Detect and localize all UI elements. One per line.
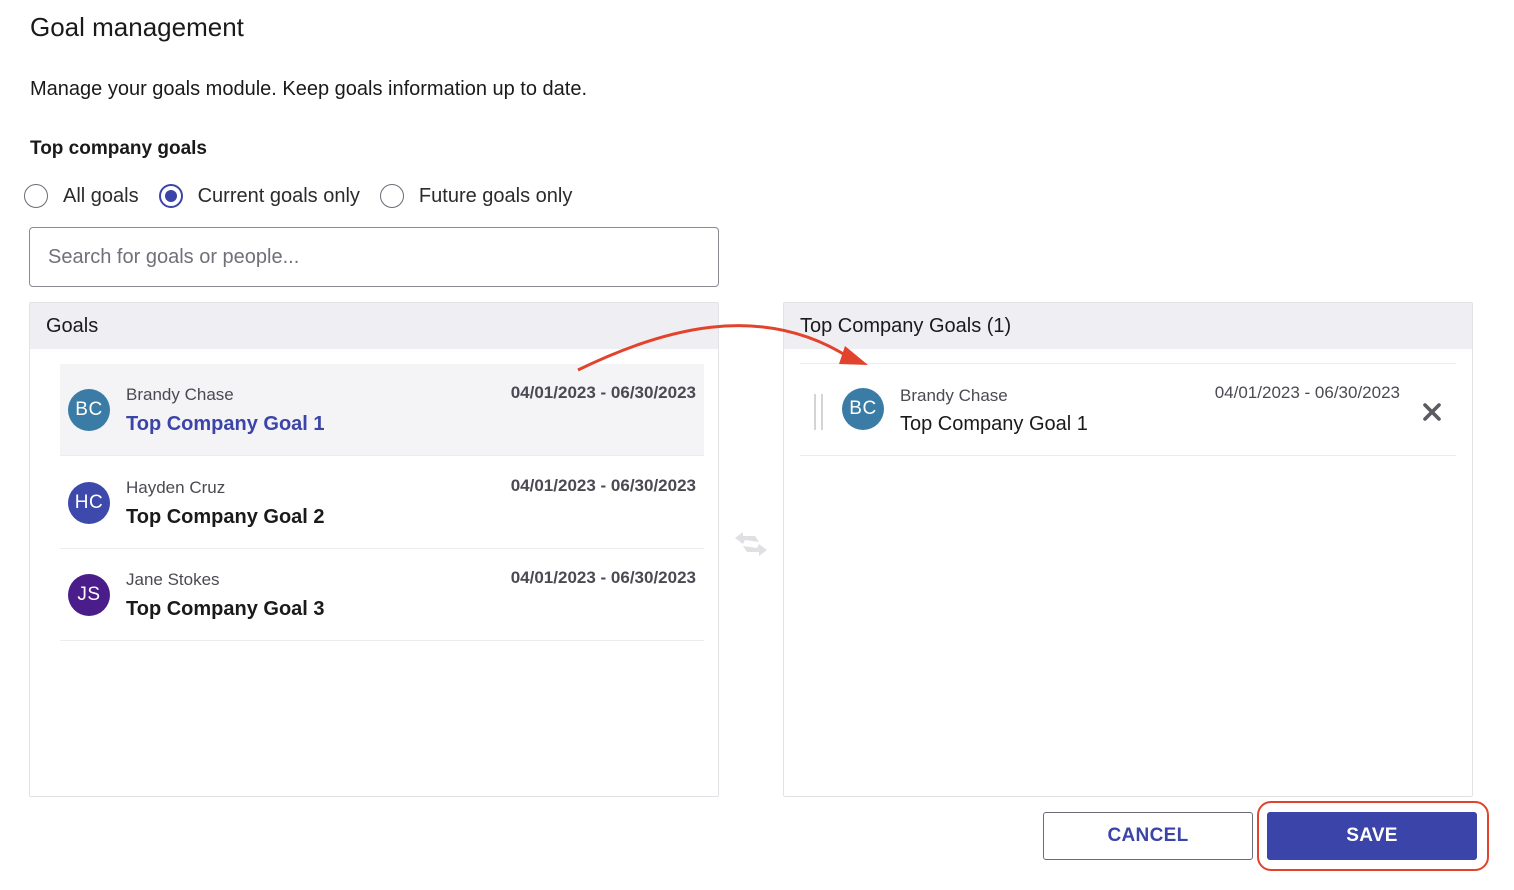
goal-title-link[interactable]: Top Company Goal 1 bbox=[126, 413, 325, 436]
radio-button-checked[interactable] bbox=[158, 184, 183, 208]
goal-title: Top Company Goal 2 bbox=[126, 506, 325, 528]
section-title: Top company goals bbox=[30, 138, 208, 159]
goal-date-range: 04/01/2023 - 06/30/2023 bbox=[1214, 383, 1400, 402]
goal-title: Top Company Goal 3 bbox=[126, 598, 325, 620]
goal-date-range: 04/01/2023 - 06/30/2023 bbox=[510, 476, 696, 495]
goal-date-range: 04/01/2023 - 06/30/2023 bbox=[510, 383, 696, 402]
drag-handle-icon[interactable] bbox=[814, 394, 823, 430]
search-input[interactable] bbox=[29, 227, 719, 287]
radio-current-goals-only[interactable]: Current goals only bbox=[158, 184, 360, 208]
close-icon[interactable] bbox=[1422, 402, 1442, 422]
radio-button[interactable] bbox=[379, 184, 404, 208]
top-goal-item-1[interactable]: BC Brandy Chase Top Company Goal 1 04/01… bbox=[800, 363, 1456, 456]
goal-filter-radio-group: All goals Current goals only Future goal… bbox=[24, 180, 592, 212]
radio-label: Future goals only bbox=[418, 184, 573, 207]
radio-future-goals-only[interactable]: Future goals only bbox=[379, 184, 573, 208]
radio-label: All goals bbox=[63, 184, 139, 207]
top-goals-panel-header: Top Company Goals (1) bbox=[784, 303, 1472, 349]
radio-label: Current goals only bbox=[197, 184, 360, 207]
goals-panel-header: Goals bbox=[30, 303, 718, 349]
goal-item-2[interactable]: HC Hayden Cruz Top Company Goal 2 04/01/… bbox=[60, 457, 704, 549]
goal-owner: Brandy Chase bbox=[900, 386, 1008, 405]
swap-arrows-icon bbox=[735, 532, 767, 556]
radio-button[interactable] bbox=[24, 184, 48, 208]
goal-item-3[interactable]: JS Jane Stokes Top Company Goal 3 04/01/… bbox=[60, 549, 704, 641]
goal-date-range: 04/01/2023 - 06/30/2023 bbox=[510, 568, 696, 587]
goals-panel: Goals BC Brandy Chase Top Company Goal 1… bbox=[29, 302, 719, 797]
avatar: JS bbox=[68, 574, 110, 616]
page-title: Goal management bbox=[30, 12, 244, 42]
top-company-goals-panel: Top Company Goals (1) BC Brandy Chase To… bbox=[783, 302, 1473, 797]
goal-owner: Jane Stokes bbox=[126, 570, 220, 589]
radio-all-goals[interactable]: All goals bbox=[24, 184, 139, 208]
goal-title: Top Company Goal 1 bbox=[900, 413, 1088, 435]
avatar: BC bbox=[842, 388, 884, 430]
goal-item-1[interactable]: BC Brandy Chase Top Company Goal 1 04/01… bbox=[60, 364, 704, 456]
avatar: BC bbox=[68, 389, 110, 431]
save-button[interactable]: SAVE bbox=[1267, 812, 1477, 860]
avatar: HC bbox=[68, 482, 110, 524]
cancel-button[interactable]: CANCEL bbox=[1043, 812, 1253, 860]
page-description: Manage your goals module. Keep goals inf… bbox=[30, 78, 588, 100]
goal-owner: Brandy Chase bbox=[126, 385, 234, 404]
goal-owner: Hayden Cruz bbox=[126, 478, 226, 497]
